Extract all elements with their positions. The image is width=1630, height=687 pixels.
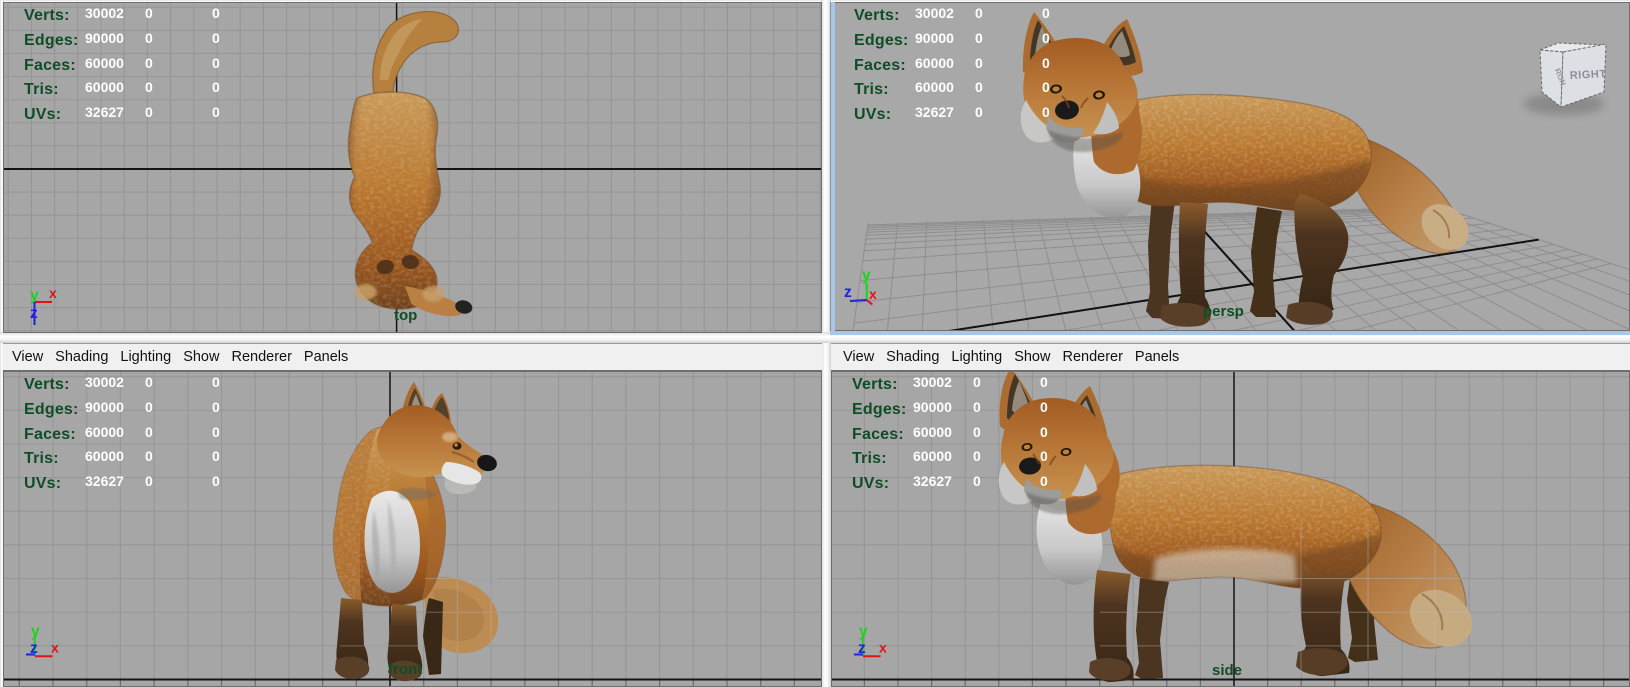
svg-text:y: y: [862, 267, 871, 284]
svg-text:x: x: [879, 640, 887, 656]
svg-text:z: z: [844, 284, 852, 301]
svg-text:x: x: [49, 285, 57, 301]
svg-text:z: z: [30, 305, 38, 322]
svg-text:x: x: [869, 286, 877, 302]
svg-text:y: y: [31, 623, 40, 640]
svg-text:y: y: [859, 623, 868, 640]
svg-text:RIGHT: RIGHT: [1570, 68, 1607, 82]
svg-text:x: x: [51, 640, 59, 656]
